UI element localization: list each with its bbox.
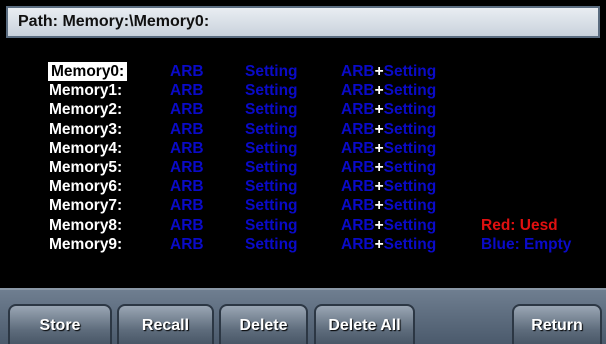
combo-arb-text: ARB bbox=[341, 178, 375, 196]
combo-setting-text: Setting bbox=[383, 158, 437, 176]
memory-row-6[interactable]: Memory6: ARB Setting ARB+Setting bbox=[0, 177, 606, 196]
memory-screen: Path: Memory:\Memory0: Memory0: ARB Sett… bbox=[0, 0, 606, 344]
softkey-bar: Store Recall Delete Delete All Return bbox=[0, 288, 606, 344]
store-button[interactable]: Store bbox=[8, 304, 112, 344]
path-bar: Path: Memory:\Memory0: bbox=[6, 6, 600, 38]
arb-entry[interactable]: ARB bbox=[170, 139, 204, 158]
arb-setting-entry[interactable]: ARB+Setting bbox=[341, 120, 436, 139]
setting-entry[interactable]: Setting bbox=[245, 62, 298, 81]
memory-row-0[interactable]: Memory0: ARB Setting ARB+Setting bbox=[0, 62, 606, 81]
combo-plus-text: + bbox=[374, 178, 384, 196]
memory-row-3[interactable]: Memory3: ARB Setting ARB+Setting bbox=[0, 120, 606, 139]
return-button[interactable]: Return bbox=[512, 304, 602, 344]
arb-entry[interactable]: ARB bbox=[170, 81, 204, 100]
setting-entry[interactable]: Setting bbox=[245, 216, 298, 235]
memory-row-4[interactable]: Memory4: ARB Setting ARB+Setting bbox=[0, 139, 606, 158]
combo-arb-text: ARB bbox=[341, 197, 375, 215]
combo-plus-text: + bbox=[374, 63, 384, 80]
arb-setting-entry[interactable]: ARB+Setting bbox=[341, 235, 436, 254]
arb-setting-entry[interactable]: ARB+Setting bbox=[341, 100, 436, 119]
combo-arb-text: ARB bbox=[341, 235, 375, 253]
arb-entry[interactable]: ARB bbox=[170, 177, 204, 196]
memory-slot-label[interactable]: Memory8: bbox=[49, 216, 122, 235]
combo-arb-text: ARB bbox=[341, 216, 375, 234]
combo-setting-text: Setting bbox=[383, 178, 437, 196]
memory-row-1[interactable]: Memory1: ARB Setting ARB+Setting bbox=[0, 81, 606, 100]
legend-used: Red: Uesd bbox=[481, 216, 558, 234]
setting-entry[interactable]: Setting bbox=[245, 235, 298, 254]
combo-plus-text: + bbox=[374, 120, 384, 138]
memory-row-5[interactable]: Memory5: ARB Setting ARB+Setting bbox=[0, 158, 606, 177]
memory-row-8[interactable]: Memory8: ARB Setting ARB+Setting Red: Ue… bbox=[0, 216, 606, 235]
combo-plus-text: + bbox=[374, 235, 384, 253]
arb-setting-entry[interactable]: ARB+Setting bbox=[341, 216, 436, 235]
combo-setting-text: Setting bbox=[383, 63, 437, 80]
delete-all-button[interactable]: Delete All bbox=[314, 304, 415, 344]
arb-entry[interactable]: ARB bbox=[170, 196, 204, 215]
memory-list: Memory0: ARB Setting ARB+Setting Memory1… bbox=[0, 62, 606, 254]
memory-slot-label[interactable]: Memory4: bbox=[49, 139, 122, 158]
setting-entry[interactable]: Setting bbox=[245, 196, 298, 215]
memory-row-2[interactable]: Memory2: ARB Setting ARB+Setting bbox=[0, 100, 606, 119]
memory-slot-label[interactable]: Memory2: bbox=[49, 100, 122, 119]
memory-slot-label[interactable]: Memory0: bbox=[48, 62, 128, 81]
arb-setting-entry[interactable]: ARB+Setting bbox=[341, 62, 436, 81]
memory-slot-label[interactable]: Memory3: bbox=[49, 120, 122, 139]
setting-entry[interactable]: Setting bbox=[245, 120, 298, 139]
combo-setting-text: Setting bbox=[383, 82, 437, 100]
arb-setting-entry[interactable]: ARB+Setting bbox=[341, 139, 436, 158]
setting-entry[interactable]: Setting bbox=[245, 100, 298, 119]
combo-plus-text: + bbox=[374, 158, 384, 176]
setting-entry[interactable]: Setting bbox=[245, 177, 298, 196]
arb-setting-entry[interactable]: ARB+Setting bbox=[341, 158, 436, 177]
arb-entry[interactable]: ARB bbox=[170, 120, 204, 139]
memory-slot-label[interactable]: Memory1: bbox=[49, 81, 122, 100]
memory-slot-label[interactable]: Memory6: bbox=[49, 177, 122, 196]
combo-setting-text: Setting bbox=[383, 216, 437, 234]
arb-setting-entry[interactable]: ARB+Setting bbox=[341, 177, 436, 196]
memory-row-9[interactable]: Memory9: ARB Setting ARB+Setting Blue: E… bbox=[0, 235, 606, 254]
recall-button[interactable]: Recall bbox=[117, 304, 214, 344]
setting-entry[interactable]: Setting bbox=[245, 158, 298, 177]
memory-slot-label[interactable]: Memory7: bbox=[49, 196, 122, 215]
combo-plus-text: + bbox=[374, 139, 384, 157]
memory-row-7[interactable]: Memory7: ARB Setting ARB+Setting bbox=[0, 196, 606, 215]
memory-slot-label[interactable]: Memory5: bbox=[49, 158, 122, 177]
arb-entry[interactable]: ARB bbox=[170, 100, 204, 119]
combo-plus-text: + bbox=[374, 197, 384, 215]
combo-arb-text: ARB bbox=[341, 158, 375, 176]
combo-arb-text: ARB bbox=[341, 63, 375, 80]
path-label: Path: Memory:\Memory0: bbox=[18, 13, 210, 30]
combo-plus-text: + bbox=[374, 82, 384, 100]
combo-setting-text: Setting bbox=[383, 120, 437, 138]
setting-entry[interactable]: Setting bbox=[245, 81, 298, 100]
arb-setting-entry[interactable]: ARB+Setting bbox=[341, 81, 436, 100]
combo-plus-text: + bbox=[374, 216, 384, 234]
delete-button[interactable]: Delete bbox=[219, 304, 308, 344]
combo-setting-text: Setting bbox=[383, 197, 437, 215]
memory-slot-label[interactable]: Memory9: bbox=[49, 235, 122, 254]
setting-entry[interactable]: Setting bbox=[245, 139, 298, 158]
arb-entry[interactable]: ARB bbox=[170, 216, 204, 235]
combo-setting-text: Setting bbox=[383, 235, 437, 253]
combo-plus-text: + bbox=[374, 101, 384, 119]
combo-arb-text: ARB bbox=[341, 139, 375, 157]
combo-arb-text: ARB bbox=[341, 120, 375, 138]
arb-entry[interactable]: ARB bbox=[170, 158, 204, 177]
arb-setting-entry[interactable]: ARB+Setting bbox=[341, 196, 436, 215]
combo-arb-text: ARB bbox=[341, 101, 375, 119]
combo-setting-text: Setting bbox=[383, 139, 437, 157]
legend-empty: Blue: Empty bbox=[481, 235, 572, 253]
arb-entry[interactable]: ARB bbox=[170, 62, 204, 81]
combo-setting-text: Setting bbox=[383, 101, 437, 119]
arb-entry[interactable]: ARB bbox=[170, 235, 204, 254]
combo-arb-text: ARB bbox=[341, 82, 375, 100]
